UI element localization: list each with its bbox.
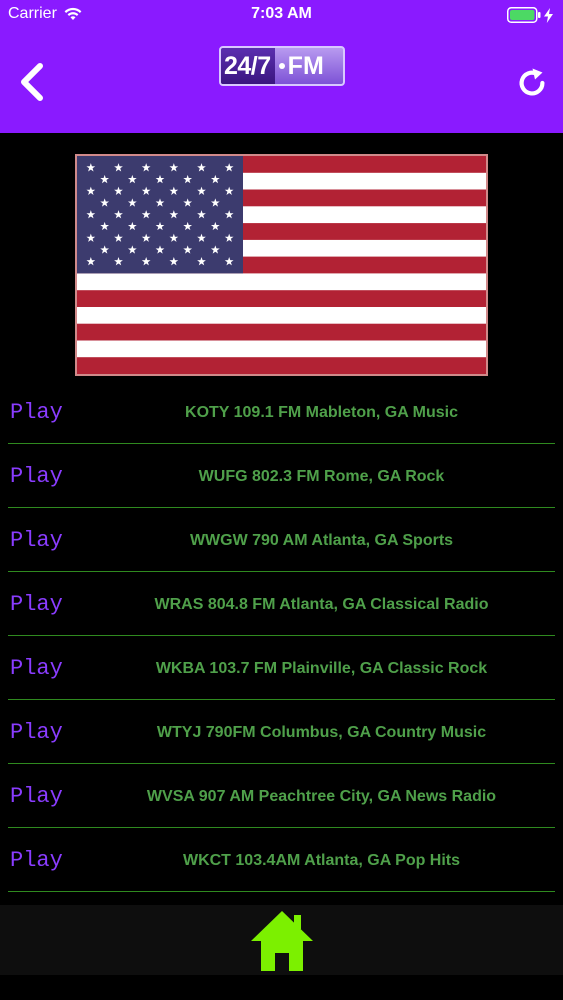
station-row[interactable]: Play WTYJ 790FM Columbus, GA Country Mus… [8, 700, 555, 764]
station-row[interactable]: Play WKCT 103.4AM Atlanta, GA Pop Hits [8, 828, 555, 892]
play-button[interactable]: Play [10, 784, 63, 809]
station-title: WUFG 802.3 FM Rome, GA Rock [198, 468, 445, 485]
station-title: WKBA 103.7 FM Plainville, GA Classic Roc… [155, 660, 488, 677]
logo-dot [278, 63, 285, 69]
home-button[interactable] [249, 909, 315, 973]
charging-bolt-icon [544, 7, 553, 23]
status-time: 7:03 AM [251, 5, 312, 22]
station-row[interactable]: Play KOTY 109.1 FM Mableton, GA Music [8, 380, 555, 444]
us-flag-image [77, 156, 486, 374]
station-list: Play KOTY 109.1 FM Mableton, GA Music Pl… [8, 380, 555, 892]
play-button[interactable]: Play [10, 720, 63, 745]
app-logo: 24/7 FM [219, 46, 345, 86]
station-row[interactable]: Play WRAS 804.8 FM Atlanta, GA Classical… [8, 572, 555, 636]
station-row[interactable]: Play WWGW 790 AM Atlanta, GA Sports [8, 508, 555, 572]
refresh-button[interactable] [515, 66, 549, 100]
logo-fm: FM [287, 51, 324, 80]
play-button[interactable]: Play [10, 592, 63, 617]
play-button[interactable]: Play [10, 848, 63, 873]
battery-indicator [507, 7, 553, 23]
station-title: WKCT 103.4AM Atlanta, GA Pop Hits [182, 852, 461, 869]
play-button[interactable]: Play [10, 656, 63, 681]
refresh-icon [519, 68, 545, 96]
station-row[interactable]: Play WUFG 802.3 FM Rome, GA Rock [8, 444, 555, 508]
home-icon [251, 911, 313, 971]
bottom-bar [0, 905, 563, 975]
station-title: WVSA 907 AM Peachtree City, GA News Radi… [146, 788, 497, 805]
play-button[interactable]: Play [10, 464, 63, 489]
play-button[interactable]: Play [10, 528, 63, 553]
station-title: WRAS 804.8 FM Atlanta, GA Classical Radi… [154, 596, 489, 613]
station-title: KOTY 109.1 FM Mableton, GA Music [185, 404, 458, 421]
back-button[interactable] [14, 60, 50, 104]
flag-image-frame [75, 154, 488, 376]
station-row[interactable]: Play WVSA 907 AM Peachtree City, GA News… [8, 764, 555, 828]
status-bar: Carrier 7:03 AM [0, 0, 563, 30]
play-button[interactable]: Play [10, 400, 63, 425]
station-title: WTYJ 790FM Columbus, GA Country Music [156, 724, 487, 741]
station-row[interactable]: Play WKBA 103.7 FM Plainville, GA Classi… [8, 636, 555, 700]
station-title: WWGW 790 AM Atlanta, GA Sports [189, 532, 454, 549]
nav-bar: 24/7 FM [0, 30, 563, 133]
logo-24-7: 24/7 [221, 48, 275, 84]
chevron-left-icon [21, 63, 43, 101]
battery-icon [507, 7, 541, 23]
